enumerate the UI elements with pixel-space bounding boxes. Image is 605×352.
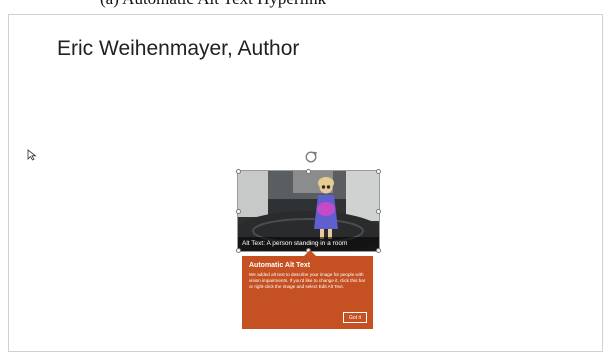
rotate-handle-icon[interactable]	[304, 150, 318, 164]
callout-title: Automatic Alt Text	[249, 262, 311, 269]
resize-handle-middle-left[interactable]	[236, 209, 241, 214]
resize-handle-bottom-right[interactable]	[376, 248, 381, 253]
resize-handle-middle-right[interactable]	[376, 209, 381, 214]
resize-handle-top-right[interactable]	[376, 169, 381, 174]
slide-title[interactable]: Eric Weihenmayer, Author	[57, 37, 299, 61]
resize-handle-top-center[interactable]	[306, 169, 311, 174]
got-it-button[interactable]: Got it	[343, 312, 367, 323]
selected-image[interactable]: Alt Text: A person standing in a room	[237, 170, 380, 252]
mouse-pointer-icon	[27, 149, 37, 161]
callout-body: We added alt text to describe your image…	[249, 272, 366, 290]
automatic-alt-text-callout: Automatic Alt Text We added alt text to …	[242, 256, 373, 329]
resize-handle-top-left[interactable]	[236, 169, 241, 174]
figure-caption: (a) Automatic Alt Text Hyperlink	[100, 0, 520, 8]
resize-handle-bottom-left[interactable]	[236, 248, 241, 253]
